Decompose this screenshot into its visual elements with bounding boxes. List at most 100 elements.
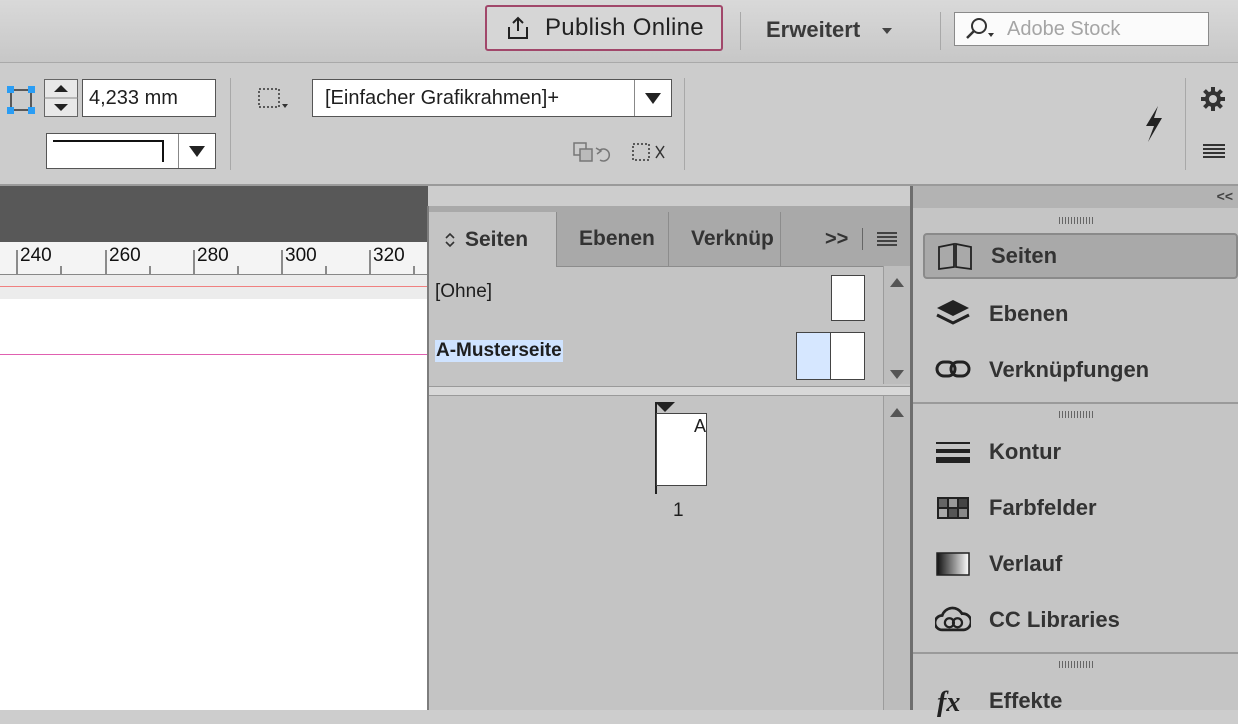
tab-label: Seiten: [465, 227, 529, 251]
document-tab-area: [0, 186, 428, 242]
page-thumbnail[interactable]: A: [656, 413, 707, 486]
panel-menu-icon[interactable]: [1203, 143, 1225, 159]
dock-item-label: Effekte: [989, 688, 1063, 713]
gradient-icon: [935, 548, 971, 580]
dock-group-divider: [913, 652, 1238, 654]
stroke-type-preview: [47, 134, 179, 168]
dock-item-verknuepfungen[interactable]: Verknüpfungen: [923, 347, 1238, 393]
swatches-icon: [935, 492, 971, 524]
master-thumbnail-left: [796, 332, 831, 380]
toolbar-divider: [230, 78, 231, 170]
page-number: 1: [673, 500, 684, 521]
dock-item-verlauf[interactable]: Verlauf: [923, 541, 1238, 587]
group-grip[interactable]: [1059, 661, 1095, 668]
cc-libraries-icon: [935, 604, 971, 636]
dock-item-farbfelder[interactable]: Farbfelder: [923, 485, 1238, 531]
panel-tab-bar: Seiten Ebenen Verknüp >>: [429, 206, 910, 267]
more-tabs-button[interactable]: >>: [825, 228, 848, 251]
group-grip[interactable]: [1059, 411, 1095, 418]
ruler-label: 260: [109, 245, 141, 266]
quick-apply-icon[interactable]: [1140, 104, 1168, 144]
adobe-stock-search[interactable]: [954, 12, 1209, 46]
tab-label: Verknüp: [691, 227, 774, 250]
scroll-up-icon[interactable]: [890, 408, 904, 417]
masters-scrollbar[interactable]: [883, 266, 910, 384]
pasteboard: [0, 275, 428, 299]
chevron-down-icon: [882, 28, 893, 34]
toolbar-divider: [1185, 78, 1186, 170]
panel-dock: << Seiten Ebenen Verknüpfungen Kontur Fa…: [910, 186, 1238, 717]
master-item-none[interactable]: [Ohne]: [429, 263, 881, 321]
svg-text:fx: fx: [937, 687, 960, 717]
workspace-label: Erweitert: [766, 17, 861, 42]
stroke-icon: [935, 436, 971, 468]
dock-item-label: Kontur: [989, 439, 1062, 464]
dock-item-kontur[interactable]: Kontur: [923, 429, 1238, 475]
dock-item-label: CC Libraries: [989, 607, 1120, 632]
fx-icon: fx: [935, 685, 971, 717]
gear-icon[interactable]: [1200, 86, 1226, 112]
margin-guide: [0, 354, 428, 355]
dropdown-arrow-icon[interactable]: [179, 134, 215, 168]
workspace-switcher[interactable]: Erweitert: [766, 14, 893, 46]
tab-divider: [862, 228, 863, 250]
ruler-label: 280: [197, 245, 229, 266]
master-thumbnail-right: [830, 332, 865, 380]
pages-icon: [937, 240, 973, 272]
share-upload-icon: [508, 16, 528, 39]
stroke-type-dropdown[interactable]: [46, 133, 216, 169]
toolbar-divider: [684, 78, 685, 170]
dock-item-ebenen[interactable]: Ebenen: [923, 291, 1238, 337]
ruler-label: 300: [285, 245, 317, 266]
master-thumbnail: [831, 275, 865, 321]
group-grip[interactable]: [1059, 217, 1095, 224]
tab-ebenen[interactable]: Ebenen: [557, 212, 669, 266]
frame-fitting-icon[interactable]: [256, 86, 290, 112]
publish-online-button[interactable]: Publish Online: [485, 5, 723, 51]
frame-selection-icon[interactable]: [6, 85, 36, 115]
tab-label: Ebenen: [579, 227, 655, 250]
expand-collapse-icon: [445, 232, 455, 247]
layers-icon: [935, 298, 971, 330]
stepper-arrows-icon[interactable]: [44, 79, 78, 117]
dock-item-effekte[interactable]: fx Effekte: [923, 678, 1238, 724]
scroll-down-icon[interactable]: [890, 370, 904, 379]
tab-seiten[interactable]: Seiten: [429, 212, 557, 267]
dock-item-seiten[interactable]: Seiten: [923, 233, 1238, 279]
break-link-icon[interactable]: [630, 140, 674, 166]
tab-verknuepfungen[interactable]: Verknüp: [669, 212, 781, 266]
current-page-marker-icon: [655, 402, 675, 412]
scroll-up-icon[interactable]: [890, 278, 904, 287]
search-input[interactable]: [1005, 16, 1199, 42]
dock-item-label: Farbfelder: [989, 495, 1097, 520]
master-label: A-Musterseite: [435, 340, 563, 362]
pages-scrollbar[interactable]: [883, 396, 910, 710]
master-label: [Ohne]: [435, 281, 493, 302]
publish-online-label: Publish Online: [545, 14, 704, 41]
dropdown-arrow-icon[interactable]: [635, 80, 671, 116]
ruler-label: 240: [20, 245, 52, 266]
search-icon[interactable]: [961, 16, 999, 42]
master-item-a[interactable]: A-Musterseite: [429, 322, 881, 380]
dock-item-label: Seiten: [991, 243, 1058, 268]
bleed-guide: [0, 286, 428, 287]
dock-group-divider: [913, 402, 1238, 404]
toolbar-divider: [740, 12, 741, 50]
stroke-weight-field[interactable]: 4,233 mm: [82, 79, 216, 117]
links-icon: [935, 354, 971, 386]
dock-header: <<: [913, 186, 1238, 208]
toolbar-divider: [940, 12, 941, 50]
dock-item-cc-libraries[interactable]: CC Libraries: [923, 597, 1238, 643]
stroke-weight-stepper[interactable]: [44, 79, 78, 117]
page-master-letter: A: [693, 416, 706, 436]
collapse-dock-button[interactable]: <<: [1217, 188, 1233, 204]
section-divider[interactable]: [429, 386, 910, 396]
dock-item-label: Ebenen: [989, 301, 1069, 326]
horizontal-ruler[interactable]: 240 260 280 300 320: [0, 242, 428, 275]
document-page[interactable]: [0, 299, 428, 710]
object-style-dropdown[interactable]: [Einfacher Grafikrahmen]+: [312, 79, 672, 117]
object-style-value: [Einfacher Grafikrahmen]+: [313, 80, 635, 116]
clear-overrides-icon[interactable]: [572, 140, 616, 166]
pages-panel: Seiten Ebenen Verknüp >> [Ohne] A-Muster…: [427, 206, 910, 710]
panel-menu-icon[interactable]: [877, 232, 897, 246]
